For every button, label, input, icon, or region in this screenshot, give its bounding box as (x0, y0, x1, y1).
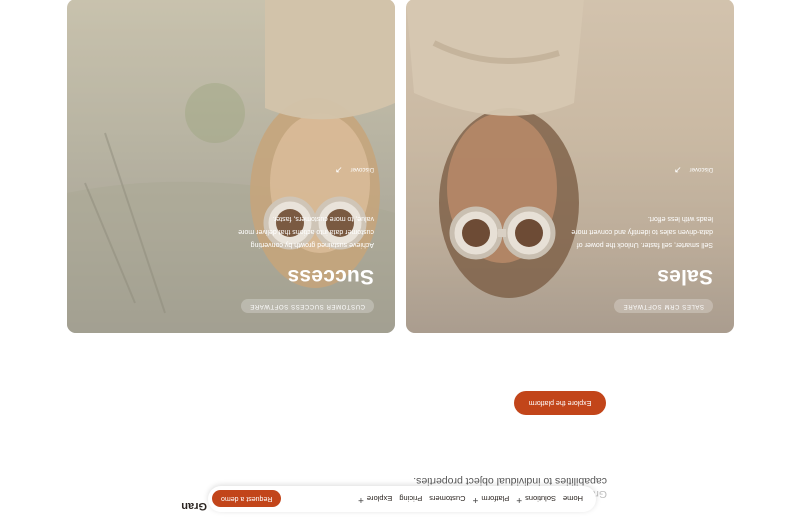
nav-platform[interactable]: Platform + (472, 494, 510, 505)
request-demo-button[interactable]: Request a demo (212, 490, 282, 508)
success-category-pill: CUSTOMER SUCCESS SOFTWARE (240, 299, 374, 313)
page-root: Gran Gran platform is designed to help t… (0, 0, 800, 520)
success-card[interactable]: CUSTOMER SUCCESS SOFTWARE Success Achiev… (67, 0, 395, 333)
sales-discover-link[interactable]: Discover ↗ (674, 164, 713, 175)
success-card-title: Success (287, 265, 374, 288)
intro-logo-text: Gran (181, 500, 207, 512)
plus-icon: + (472, 494, 479, 505)
success-card-description: Achieve sustained growth by converting c… (238, 215, 374, 248)
nav-explore-label: Explore (366, 494, 393, 504)
nav-customers[interactable]: Customers (429, 495, 465, 504)
arrow-up-right-icon: ↗ (674, 165, 682, 175)
top-navigation: Home Solutions + Platform + Customers Pric… (208, 486, 596, 512)
sales-card-description: Sell smarter, sell faster. Unlock the po… (571, 215, 713, 248)
success-discover-label: Discover (350, 166, 374, 173)
arrow-up-right-icon: ↗ (335, 165, 343, 175)
nav-explore[interactable]: Explore + (358, 494, 393, 505)
nav-home-label: Home (562, 494, 583, 504)
success-discover-link[interactable]: Discover ↗ (335, 164, 374, 175)
sales-card-title: Sales (657, 265, 713, 288)
sales-discover-label: Discover (689, 166, 713, 173)
nav-solutions[interactable]: Solutions + (516, 494, 556, 505)
sales-category-pill: SALES CRM SOFTWARE (614, 299, 713, 313)
plus-icon: + (516, 494, 523, 505)
nav-home[interactable]: Home (563, 495, 583, 504)
sales-card[interactable]: SALES CRM SOFTWARE Sales Sell smarter, s… (406, 0, 734, 333)
nav-pricing-label: Pricing (399, 494, 423, 504)
nav-pricing[interactable]: Pricing (399, 495, 422, 504)
plus-icon: + (358, 494, 364, 505)
explore-platform-button[interactable]: Explore the platform (514, 391, 606, 415)
nav-platform-label: Platform (481, 494, 510, 504)
nav-customers-label: Customers (429, 494, 466, 504)
nav-solutions-label: Solutions (525, 494, 556, 504)
